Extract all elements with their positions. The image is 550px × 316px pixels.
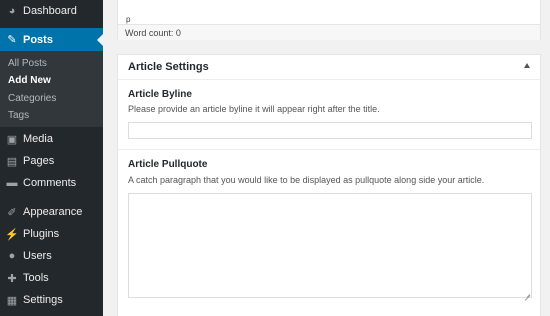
byline-label: Article Byline bbox=[128, 89, 192, 100]
sidebar-item-label: Media bbox=[23, 133, 53, 145]
admin-sidebar: ◕ Dashboard ✎ Posts All Posts Add New Ca… bbox=[0, 0, 103, 316]
sidebar-item-media[interactable]: ▣ Media bbox=[0, 128, 103, 150]
submenu-item-add-new[interactable]: Add New bbox=[8, 75, 51, 86]
sidebar-item-label: Pages bbox=[23, 155, 55, 167]
collapse-arrow-icon[interactable] bbox=[524, 63, 530, 68]
metabox-title: Article Settings bbox=[128, 61, 209, 73]
sidebar-item-label: Dashboard bbox=[23, 5, 77, 17]
plugin-icon: ⚡ bbox=[5, 228, 19, 241]
field-divider bbox=[118, 149, 540, 150]
sidebar-item-label: Tools bbox=[23, 272, 49, 284]
metabox-header[interactable]: Article Settings bbox=[118, 55, 540, 80]
editor-status-bar: Word count: 0 bbox=[118, 24, 540, 40]
paintbrush-icon: ✐ bbox=[7, 206, 17, 219]
sidebar-item-label: Users bbox=[23, 250, 52, 262]
sidebar-item-tools[interactable]: ✚ Tools bbox=[0, 267, 103, 289]
main-content: p Word count: 0 Article Settings Article… bbox=[103, 0, 550, 316]
submenu-item-all-posts[interactable]: All Posts bbox=[8, 58, 47, 69]
pullquote-description: A catch paragraph that you would like to… bbox=[128, 175, 485, 185]
pullquote-label: Article Pullquote bbox=[128, 159, 208, 170]
sidebar-item-label: Comments bbox=[23, 177, 77, 189]
sidebar-item-plugins[interactable]: ⚡ Plugins bbox=[0, 223, 103, 245]
resize-handle-icon[interactable] bbox=[524, 290, 530, 296]
sidebar-item-pages[interactable]: ▤ Pages bbox=[0, 150, 103, 172]
comment-icon: ▬ bbox=[6, 177, 18, 189]
wrench-icon: ✚ bbox=[7, 272, 17, 285]
sidebar-item-comments[interactable]: ▬ Comments bbox=[0, 172, 103, 194]
pullquote-textarea[interactable] bbox=[128, 193, 532, 298]
pages-icon: ▤ bbox=[6, 155, 18, 168]
byline-description: Please provide an article byline it will… bbox=[128, 104, 380, 114]
editor-path: p bbox=[126, 15, 131, 24]
sidebar-item-label: Settings bbox=[23, 294, 63, 306]
submenu-item-categories[interactable]: Categories bbox=[8, 93, 56, 104]
dashboard-icon: ◕ bbox=[8, 5, 16, 17]
article-settings-metabox: Article Settings Article Byline Please p… bbox=[117, 54, 541, 316]
word-count: Word count: 0 bbox=[125, 28, 181, 38]
submenu-item-tags[interactable]: Tags bbox=[8, 110, 29, 121]
sidebar-item-label: Plugins bbox=[23, 228, 60, 240]
posts-submenu: All Posts Add New Categories Tags bbox=[0, 51, 103, 127]
sidebar-item-appearance[interactable]: ✐ Appearance bbox=[0, 201, 103, 223]
sidebar-item-posts[interactable]: ✎ Posts bbox=[0, 28, 103, 51]
user-icon: ● bbox=[8, 250, 16, 262]
post-editor[interactable]: p Word count: 0 bbox=[117, 0, 541, 40]
sidebar-item-users[interactable]: ● Users bbox=[0, 245, 103, 267]
media-icon: ▣ bbox=[6, 133, 18, 146]
sidebar-item-settings[interactable]: ▦ Settings bbox=[0, 289, 103, 311]
sidebar-item-dashboard[interactable]: ◕ Dashboard bbox=[0, 0, 103, 22]
pushpin-icon: ✎ bbox=[7, 34, 17, 46]
settings-icon: ▦ bbox=[6, 294, 18, 307]
sidebar-item-label: Appearance bbox=[23, 206, 83, 218]
byline-input[interactable] bbox=[128, 122, 532, 139]
sidebar-item-label: Posts bbox=[23, 33, 53, 46]
